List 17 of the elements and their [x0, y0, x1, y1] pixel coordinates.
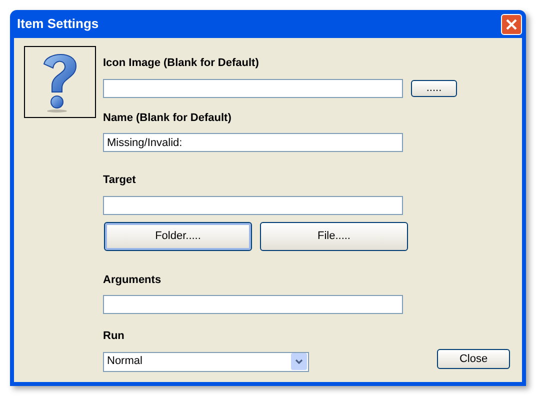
dropdown[interactable]: Normal: [103, 352, 309, 372]
field-label: Icon Image (Blank for Default): [103, 56, 260, 71]
input-field[interactable]: [103, 78, 403, 98]
browse-button[interactable]: .....: [411, 80, 457, 96]
input-field[interactable]: [103, 196, 403, 214]
close-icon[interactable]: [501, 14, 522, 34]
question-mark-icon: [24, 46, 96, 118]
field-label: Name (Blank for Default): [103, 110, 232, 126]
window-title: Item Settings: [17, 15, 99, 34]
field-label: Arguments: [103, 272, 162, 288]
input-field[interactable]: [103, 295, 403, 314]
close-button[interactable]: Close: [437, 349, 510, 369]
browse-button[interactable]: File.....: [260, 222, 408, 250]
field-label: Target: [103, 173, 137, 188]
browse-button[interactable]: Folder.....: [104, 222, 252, 250]
input-field[interactable]: Missing/Invalid:: [103, 133, 403, 152]
field-label: Run: [103, 329, 126, 344]
